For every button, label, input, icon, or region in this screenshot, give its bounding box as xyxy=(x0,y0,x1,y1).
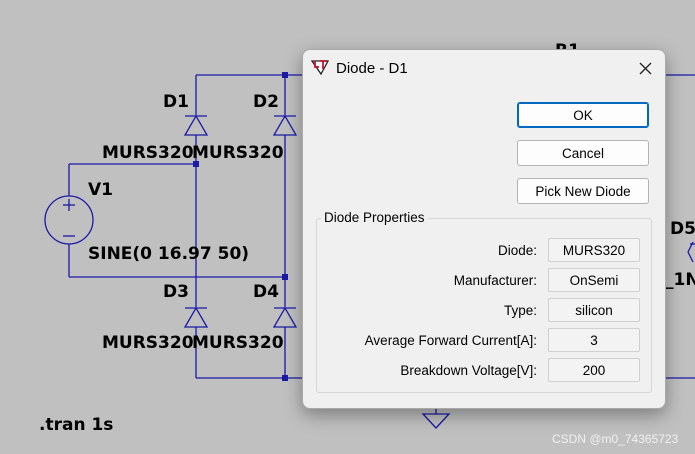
label-d2[interactable]: D2 xyxy=(253,92,279,112)
cancel-button[interactable]: Cancel xyxy=(517,140,649,166)
diode-properties-dialog: Diode - D1 OK Cancel Pick New Diode Diod… xyxy=(302,49,666,409)
label-v1-value[interactable]: SINE(0 16.97 50) xyxy=(88,244,249,264)
diode-d4-symbol[interactable] xyxy=(272,306,298,328)
close-button[interactable] xyxy=(625,50,665,86)
diode-d5-partial-symbol[interactable] xyxy=(687,241,695,263)
label-d5-model-partial[interactable]: _1N xyxy=(665,270,695,290)
spice-directive-tran[interactable]: .tran 1s xyxy=(39,415,113,435)
diode-d3-symbol[interactable] xyxy=(183,306,209,328)
diode-properties-group-label: Diode Properties xyxy=(321,210,428,225)
watermark-text: CSDN @m0_74365723 xyxy=(552,432,679,446)
label-d1[interactable]: D1 xyxy=(163,92,189,112)
label-d5-partial[interactable]: D5 xyxy=(670,219,695,239)
junction-top xyxy=(282,72,288,78)
diode-d2-symbol[interactable] xyxy=(272,114,298,136)
type-property-label: Type: xyxy=(503,303,537,318)
diode-property-value[interactable]: MURS320 xyxy=(548,238,640,262)
ltspice-icon xyxy=(311,60,330,76)
dialog-title: Diode - D1 xyxy=(336,60,408,77)
breakdown-voltage-label: Breakdown Voltage[V]: xyxy=(400,363,537,378)
ground-symbol[interactable] xyxy=(421,413,451,429)
label-d4[interactable]: D4 xyxy=(253,282,279,302)
diode-property-label: Diode: xyxy=(497,243,537,258)
label-d1-model[interactable]: MURS320 xyxy=(102,143,194,163)
manufacturer-property-label: Manufacturer: xyxy=(453,273,537,288)
diode-d1-symbol[interactable] xyxy=(183,114,209,136)
average-forward-current-label: Average Forward Current[A]: xyxy=(364,333,537,348)
manufacturer-property-value[interactable]: OnSemi xyxy=(548,268,640,292)
voltage-source-v1-symbol[interactable] xyxy=(44,195,94,245)
close-icon xyxy=(639,62,651,74)
label-d3-model[interactable]: MURS320 xyxy=(102,333,194,353)
breakdown-voltage-value[interactable]: 200 xyxy=(548,358,640,382)
junction-right xyxy=(282,274,288,280)
label-d3[interactable]: D3 xyxy=(163,282,189,302)
label-d2-model[interactable]: MURS320 xyxy=(192,143,284,163)
pick-new-diode-button[interactable]: Pick New Diode xyxy=(517,178,649,204)
dialog-titlebar[interactable]: Diode - D1 xyxy=(303,50,665,86)
average-forward-current-value[interactable]: 3 xyxy=(548,328,640,352)
type-property-value[interactable]: silicon xyxy=(548,298,640,322)
ok-button[interactable]: OK xyxy=(517,102,649,128)
label-d4-model[interactable]: MURS320 xyxy=(192,333,284,353)
label-v1[interactable]: V1 xyxy=(88,180,113,200)
junction-bottom xyxy=(282,375,288,381)
